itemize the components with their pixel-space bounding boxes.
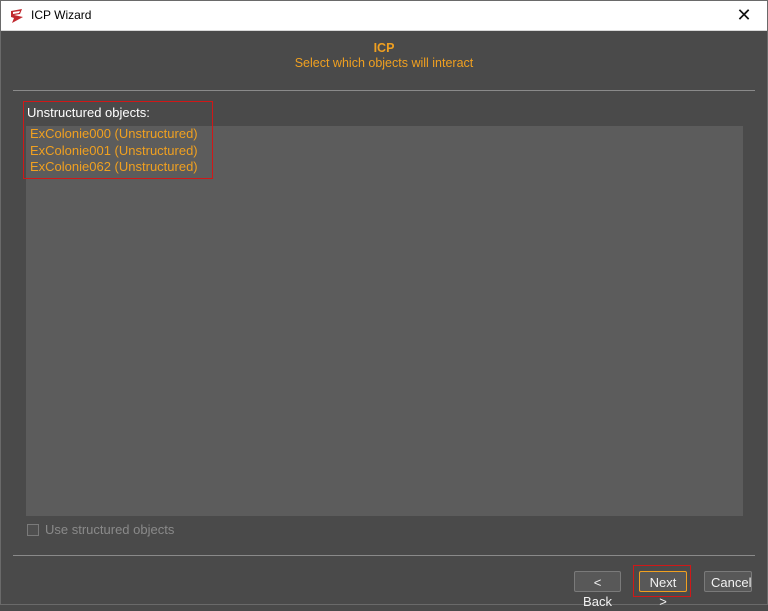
app-logo-icon	[9, 8, 25, 24]
footer-divider	[13, 555, 755, 556]
title-bar: ICP Wizard ✕	[1, 1, 767, 31]
window-title: ICP Wizard	[31, 8, 92, 22]
objects-list-panel[interactable]	[26, 126, 743, 516]
cancel-button[interactable]: Cancel	[704, 571, 752, 592]
use-structured-option[interactable]: Use structured objects	[27, 522, 174, 537]
list-item[interactable]: ExColonie000 (Unstructured)	[30, 126, 198, 143]
use-structured-label: Use structured objects	[45, 522, 175, 537]
wizard-title: ICP	[373, 41, 395, 55]
back-button[interactable]: < Back	[574, 571, 621, 609]
icp-wizard-window: ICP Wizard ✕ ICP Select which objects wi…	[0, 0, 768, 609]
wizard-header: ICP Select which objects will interact	[1, 41, 767, 71]
list-item[interactable]: ExColonie062 (Unstructured)	[30, 159, 198, 176]
header-divider	[13, 90, 755, 91]
close-icon[interactable]: ✕	[721, 1, 767, 30]
objects-list[interactable]: ExColonie000 (Unstructured) ExColonie001…	[30, 126, 198, 176]
unstructured-objects-label: Unstructured objects:	[27, 105, 150, 120]
wizard-subtitle: Select which objects will interact	[294, 56, 474, 70]
next-button[interactable]: Next >	[639, 571, 687, 609]
use-structured-checkbox[interactable]	[27, 523, 39, 536]
list-item[interactable]: ExColonie001 (Unstructured)	[30, 143, 198, 160]
